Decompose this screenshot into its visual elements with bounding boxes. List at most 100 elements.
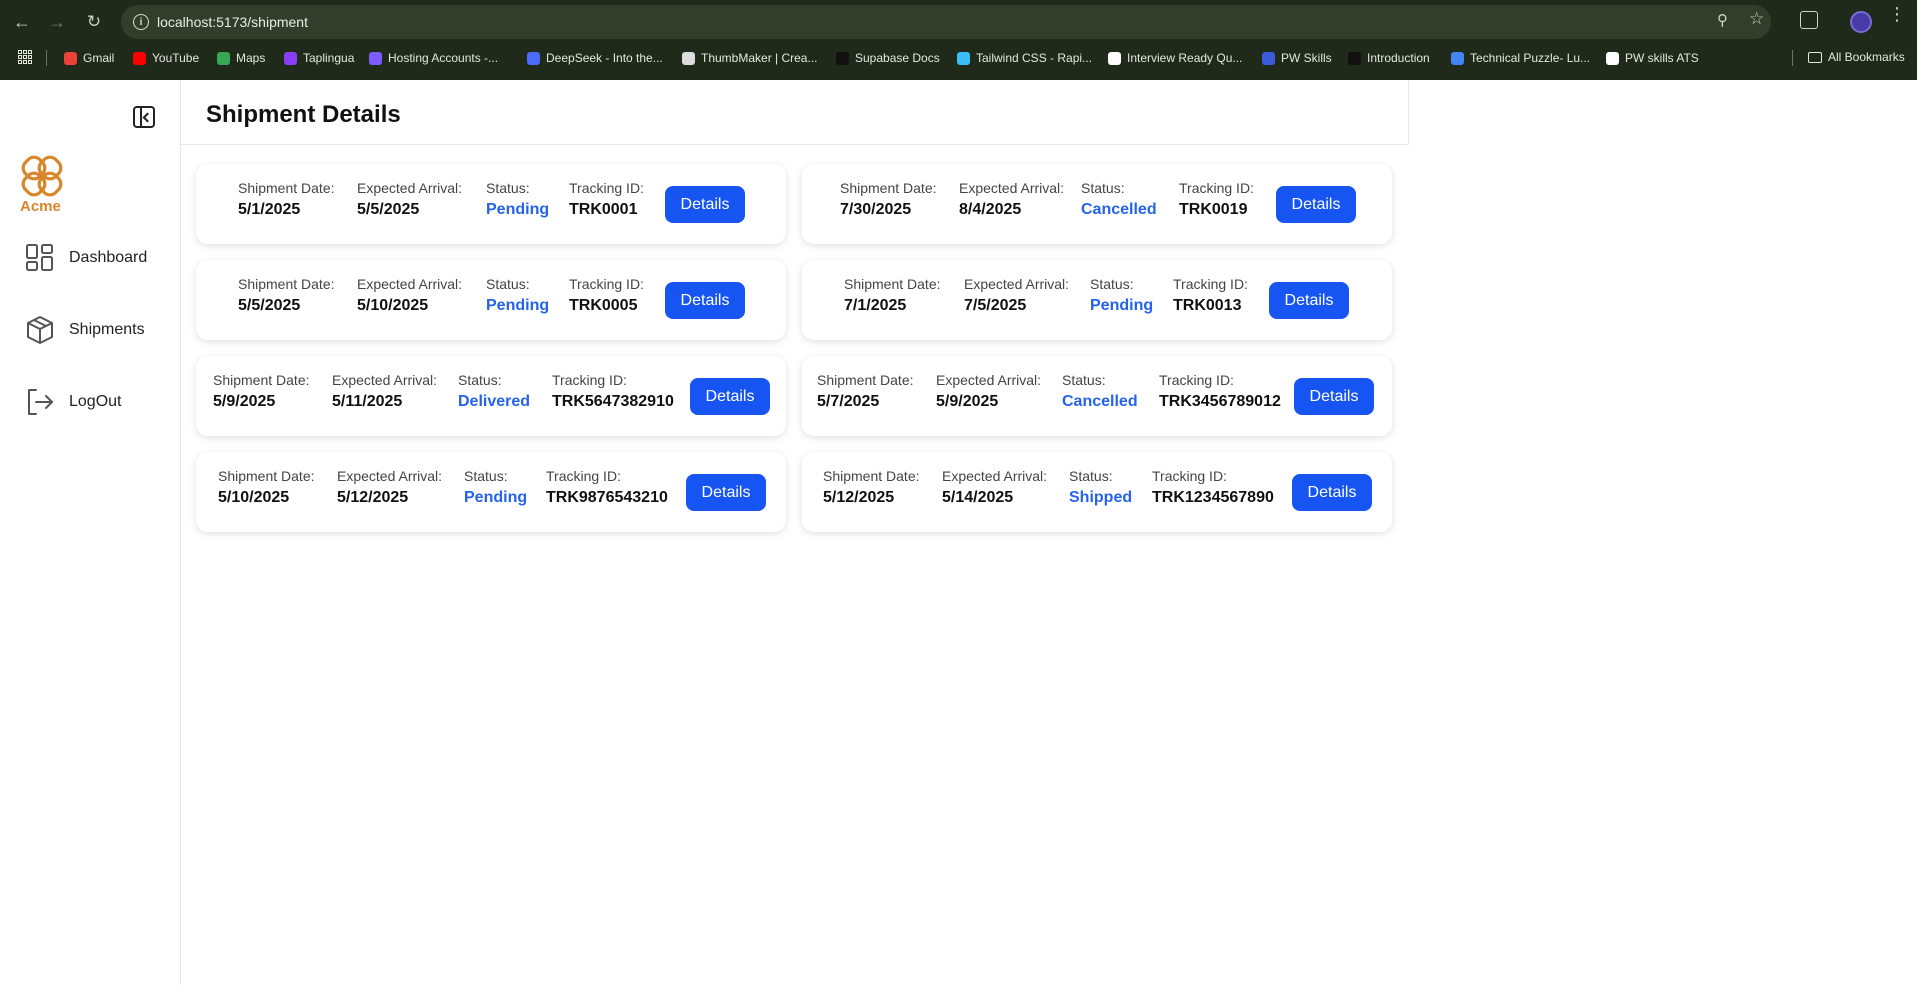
- password-key-icon[interactable]: ⚲: [1717, 11, 1728, 29]
- bookmark-item[interactable]: Interview Ready Qu...: [1108, 50, 1242, 66]
- bookmark-star-icon[interactable]: ☆: [1749, 9, 1764, 29]
- forward-arrow-icon[interactable]: →: [45, 10, 69, 34]
- browser-menu-icon[interactable]: ⋮: [1888, 5, 1906, 23]
- tracking-id-label: Tracking ID:: [569, 180, 644, 196]
- details-button[interactable]: Details: [690, 378, 770, 415]
- tracking-id-value: TRK3456789012: [1159, 393, 1281, 410]
- details-button[interactable]: Details: [686, 474, 766, 511]
- back-arrow-icon[interactable]: ←: [10, 10, 34, 34]
- browser-toolbar: ← → ↻ i localhost:5173/shipment ⚲ ☆ ⋮: [0, 0, 1917, 44]
- collapse-sidebar-icon[interactable]: [133, 106, 155, 128]
- tracking-id-value: TRK0019: [1179, 201, 1248, 218]
- bookmark-item[interactable]: DeepSeek - Into the...: [527, 50, 663, 66]
- shipment-date-value: 7/1/2025: [844, 297, 907, 314]
- shipment-date-value: 5/1/2025: [238, 201, 301, 218]
- tracking-id-label: Tracking ID:: [1179, 180, 1254, 196]
- bookmark-item[interactable]: ThumbMaker | Crea...: [682, 50, 817, 66]
- extensions-icon[interactable]: [1800, 11, 1818, 29]
- url-text[interactable]: localhost:5173/shipment: [157, 14, 308, 30]
- bookmarks-bar: Gmail YouTube Maps Taplingua Hosting Account…: [0, 46, 1917, 70]
- shipment-date-label: Shipment Date:: [238, 276, 335, 292]
- bookmark-item[interactable]: YouTube: [133, 50, 199, 66]
- bookmark-label: Technical Puzzle- Lu...: [1470, 51, 1591, 65]
- address-bar[interactable]: i localhost:5173/shipment: [121, 5, 1771, 39]
- all-bookmarks-label: All Bookmarks: [1828, 50, 1905, 64]
- reload-icon[interactable]: ↻: [82, 10, 106, 34]
- bookmark-favicon-icon: [64, 51, 77, 65]
- expected-arrival-value: 8/4/2025: [959, 201, 1022, 218]
- bookmark-favicon-icon: [284, 51, 297, 65]
- expected-arrival-label: Expected Arrival:: [337, 468, 443, 484]
- sidebar-item-label: LogOut: [69, 393, 122, 410]
- logout-icon: [28, 389, 53, 415]
- shipment-card: Shipment Date: 5/10/2025 Expected Arrival:…: [196, 452, 786, 532]
- bookmark-label: Introduction: [1367, 51, 1430, 65]
- folder-icon: [1808, 51, 1822, 63]
- bookmark-favicon-icon: [957, 51, 970, 65]
- details-button[interactable]: Details: [1276, 186, 1356, 223]
- status-label: Status:: [1062, 372, 1106, 388]
- shipment-date-label: Shipment Date:: [218, 468, 315, 484]
- status-label: Status:: [464, 468, 508, 484]
- shipment-card: Shipment Date: 7/1/2025 Expected Arrival: 7…: [802, 260, 1392, 340]
- tracking-id-label: Tracking ID:: [1173, 276, 1248, 292]
- details-button[interactable]: Details: [665, 282, 745, 319]
- bookmark-item[interactable]: PW Skills: [1262, 50, 1332, 66]
- bookmark-label: Tailwind CSS - Rapi...: [976, 51, 1093, 65]
- expected-arrival-value: 7/5/2025: [964, 297, 1027, 314]
- expected-arrival-label: Expected Arrival:: [942, 468, 1048, 484]
- bookmark-item[interactable]: Hosting Accounts -...: [369, 50, 498, 66]
- bookmark-item[interactable]: Taplingua: [284, 50, 354, 66]
- details-button[interactable]: Details: [1292, 474, 1372, 511]
- bookmark-label: DeepSeek - Into the...: [546, 51, 663, 65]
- status-label: Status:: [1069, 468, 1113, 484]
- dashboard-icon: [26, 244, 53, 271]
- shipment-card: Shipment Date: 5/9/2025 Expected Arrival: 5…: [196, 356, 786, 436]
- bookmark-item[interactable]: Supabase Docs: [836, 50, 940, 66]
- status-label: Status:: [486, 180, 530, 196]
- bookmark-label: Gmail: [83, 51, 115, 65]
- sidebar-item-label: Dashboard: [69, 249, 148, 266]
- profile-avatar[interactable]: [1850, 11, 1872, 33]
- details-button[interactable]: Details: [665, 186, 745, 223]
- bookmark-label: PW skills ATS: [1625, 51, 1699, 65]
- bookmark-label: Interview Ready Qu...: [1127, 51, 1243, 65]
- sidebar-item-dashboard[interactable]: Dashboard: [25, 242, 165, 274]
- sidebar-item-label: Shipments: [69, 321, 145, 338]
- expected-arrival-value: 5/11/2025: [332, 393, 403, 410]
- status-label: Status:: [486, 276, 530, 292]
- status-value: Shipped: [1069, 489, 1133, 506]
- expected-arrival-label: Expected Arrival:: [332, 372, 438, 388]
- expected-arrival-label: Expected Arrival:: [964, 276, 1070, 292]
- details-button[interactable]: Details: [1269, 282, 1349, 319]
- bookmark-item[interactable]: Gmail: [64, 50, 114, 66]
- bookmark-label: ThumbMaker | Crea...: [701, 51, 818, 65]
- bookmark-item[interactable]: PW skills ATS: [1606, 50, 1699, 66]
- bookmark-favicon-icon: [217, 51, 230, 65]
- site-info-icon[interactable]: i: [133, 14, 149, 30]
- shipment-card: Shipment Date: 5/1/2025 Expected Arrival: 5…: [196, 164, 786, 244]
- sidebar-item-logout[interactable]: LogOut: [25, 386, 165, 418]
- bookmark-favicon-icon: [1108, 51, 1121, 65]
- status-value: Delivered: [458, 393, 531, 410]
- bookmark-item[interactable]: Maps: [217, 50, 265, 66]
- page-header: Shipment Details: [181, 80, 1409, 145]
- bookmarks-divider: [1792, 50, 1793, 66]
- bookmark-favicon-icon: [836, 51, 849, 65]
- bookmark-favicon-icon: [133, 51, 146, 65]
- shipment-date-label: Shipment Date:: [823, 468, 920, 484]
- bookmark-label: Supabase Docs: [855, 51, 940, 65]
- details-button[interactable]: Details: [1294, 378, 1374, 415]
- shipment-card: Shipment Date: 5/5/2025 Expected Arrival: 5…: [196, 260, 786, 340]
- bookmark-item[interactable]: Technical Puzzle- Lu...: [1451, 50, 1590, 66]
- shipment-date-value: 5/10/2025: [218, 489, 290, 506]
- expected-arrival-value: 5/5/2025: [357, 201, 420, 218]
- sidebar-item-shipments[interactable]: Shipments: [25, 314, 165, 346]
- bookmark-favicon-icon: [1262, 51, 1275, 65]
- status-label: Status:: [458, 372, 502, 388]
- bookmark-item[interactable]: Introduction: [1348, 50, 1430, 66]
- all-bookmarks-button[interactable]: All Bookmarks: [1808, 50, 1905, 64]
- shipment-date-value: 5/9/2025: [213, 393, 276, 410]
- bookmark-label: Taplingua: [303, 51, 355, 65]
- bookmark-item[interactable]: Tailwind CSS - Rapi...: [957, 50, 1092, 66]
